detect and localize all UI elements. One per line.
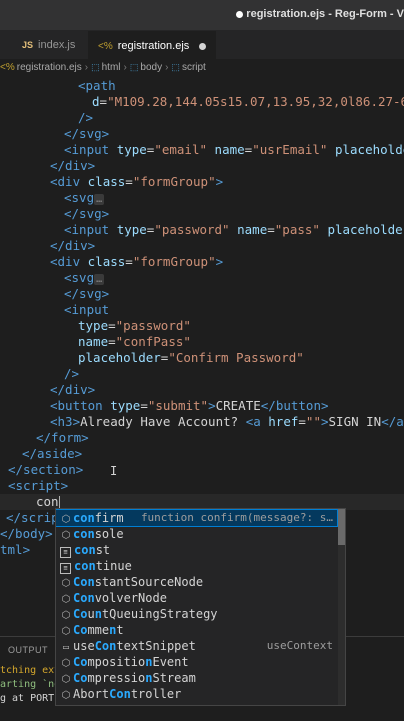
code-line: <h3>Already Have Account? <a href="">SIG… bbox=[50, 414, 404, 429]
title-bar: registration.ejs - Reg-Form - V bbox=[0, 0, 404, 31]
keyword-icon: ≡ bbox=[60, 547, 71, 558]
code-line: type="password" bbox=[78, 318, 191, 333]
code-line: </svg> bbox=[64, 286, 110, 301]
unsaved-dot-icon bbox=[236, 10, 244, 18]
code-line: </form> bbox=[36, 430, 89, 445]
code-line: name="confPass" bbox=[78, 334, 191, 349]
code-line: /> bbox=[78, 110, 94, 125]
code-line: <input type="email" name="usrEmail" plac… bbox=[64, 142, 404, 157]
suggestion-item[interactable]: ⬡ ConvolverNode bbox=[56, 590, 337, 606]
code-line: </svg> bbox=[64, 126, 110, 141]
tab-bar: JS index.js <% registration.ejs bbox=[0, 31, 404, 60]
code-line: </body> bbox=[0, 526, 53, 541]
code-line: <svg… bbox=[64, 190, 105, 205]
code-line: <svg… bbox=[64, 270, 105, 285]
code-line: /> bbox=[64, 366, 80, 381]
breadcrumb-body[interactable]: ⬚ body bbox=[130, 62, 162, 73]
scrollbar-thumb[interactable] bbox=[338, 509, 345, 545]
unsaved-dot-icon[interactable] bbox=[199, 42, 207, 50]
chevron-right-icon: › bbox=[123, 62, 127, 73]
code-line: </scrip bbox=[6, 510, 59, 525]
code-line: <button type="submit">CREATE</button> bbox=[50, 398, 329, 413]
tab-label: index.js bbox=[38, 39, 76, 51]
code-line: <div class="formGroup"> bbox=[50, 254, 224, 269]
suggestion-item[interactable]: ⬡ CompressionStream bbox=[56, 670, 337, 686]
suggestion-item[interactable]: ⬡ Comment bbox=[56, 622, 337, 638]
breadcrumb-script[interactable]: ⬚ script bbox=[171, 62, 205, 73]
ibeam-cursor-icon: I bbox=[110, 464, 118, 478]
suggestion-item[interactable]: ⬡ confirm function confirm(message?: s… bbox=[56, 509, 338, 527]
suggestion-item[interactable]: ⬡ ConstantSourceNode bbox=[56, 574, 337, 590]
code-line: </aside> bbox=[22, 446, 83, 461]
ejs-file-icon: <% bbox=[98, 41, 113, 52]
chevron-right-icon: › bbox=[165, 62, 169, 73]
code-line: </svg> bbox=[64, 206, 110, 221]
suggestion-item[interactable]: ▭ useContextSnippet useContext bbox=[56, 638, 337, 654]
code-line: </div> bbox=[50, 382, 96, 397]
cube-icon: ⬡ bbox=[61, 690, 71, 701]
suggestion-item[interactable]: ⬡ CompositionEvent bbox=[56, 654, 337, 670]
code-line: </div> bbox=[50, 238, 96, 253]
element-icon: ⬚ bbox=[171, 62, 180, 72]
output-line: g at PORT: bbox=[0, 693, 61, 704]
folded-region[interactable]: … bbox=[94, 194, 105, 205]
code-line: d="M109.28,144.05s15.07,13.95,32,0l86.27… bbox=[92, 94, 404, 109]
chevron-right-icon: › bbox=[84, 62, 89, 73]
tab-output[interactable]: OUTPUT bbox=[8, 645, 48, 655]
breadcrumb: <% registration.ejs › ⬚ html › ⬚ body › ⬚ script bbox=[0, 59, 404, 75]
suggestion-item[interactable]: ≡ const bbox=[56, 542, 337, 558]
window-title: registration.ejs - Reg-Form - V bbox=[236, 8, 404, 20]
breadcrumb-html[interactable]: ⬚ html bbox=[91, 62, 120, 73]
element-icon: ⬚ bbox=[91, 62, 100, 72]
code-line: <input type="password" name="pass" place… bbox=[64, 222, 404, 237]
js-file-icon: JS bbox=[22, 40, 34, 50]
tab-registration-ejs[interactable]: <% registration.ejs bbox=[88, 31, 217, 60]
tab-index-js[interactable]: JS index.js bbox=[12, 31, 85, 59]
suggest-scrollbar[interactable] bbox=[338, 509, 345, 705]
code-line: <path bbox=[78, 78, 116, 93]
breadcrumb-file[interactable]: <% registration.ejs bbox=[0, 62, 82, 73]
suggestion-item[interactable]: ⬡ console bbox=[56, 526, 337, 542]
keyword-icon: ≡ bbox=[60, 563, 71, 574]
code-line: tml> bbox=[0, 542, 31, 557]
folded-region[interactable]: … bbox=[94, 274, 105, 285]
ejs-file-icon: <% bbox=[0, 62, 15, 73]
code-line: </div> bbox=[50, 158, 96, 173]
element-icon: ⬚ bbox=[129, 62, 139, 72]
code-line: <input bbox=[64, 302, 110, 317]
suggestion-item[interactable]: ≡ continue bbox=[56, 558, 337, 574]
code-line: <div class="formGroup"> bbox=[50, 174, 224, 189]
suggestion-item[interactable]: ⬡ AbortController bbox=[56, 686, 337, 702]
code-line: </section> bbox=[8, 462, 84, 477]
code-line: <script> bbox=[8, 478, 69, 493]
autocomplete-popup: ⬡ confirm function confirm(message?: s… ⬡… bbox=[55, 508, 346, 706]
suggestion-item[interactable]: ⬡ CountQueuingStrategy bbox=[56, 606, 337, 622]
code-line: placeholder="Confirm Password" bbox=[78, 350, 304, 365]
tab-label: registration.ejs bbox=[117, 40, 190, 52]
